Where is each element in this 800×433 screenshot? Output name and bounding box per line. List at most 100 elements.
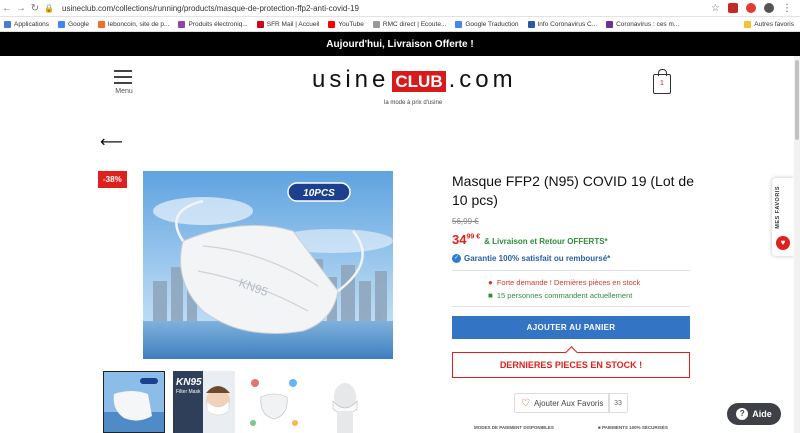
address-bar[interactable]: usineclub.com/collections/running/produc…: [62, 4, 711, 13]
thumbnail-strip: KN95 Filter Mask: [103, 371, 375, 433]
scrollbar-thumb[interactable]: [795, 60, 799, 140]
bookmark-item[interactable]: Google: [58, 20, 90, 28]
bookmark-label: RMC direct | Ecoute...: [382, 20, 447, 28]
demand-alert-text: Forte demande ! Dernières pièces en stoc…: [496, 278, 641, 287]
favorites-side-tab[interactable]: MES FAVORIS ♥: [772, 178, 794, 256]
bookmark-label: YouTube: [338, 20, 364, 28]
bookmark-item[interactable]: Info Coronavirus C...: [527, 20, 598, 28]
help-button[interactable]: ? Aide: [727, 403, 781, 425]
current-price: 3499 €: [452, 232, 480, 247]
bookmark-favicon-icon: [372, 20, 380, 28]
price-cents: 99 €: [466, 233, 481, 241]
bookmark-label: Google Traduction: [465, 20, 519, 28]
bookmark-favicon-icon: [455, 20, 463, 28]
thumbnail-2-title: KN95: [176, 377, 202, 388]
lock-icon: 🔒: [44, 3, 54, 13]
bookmark-item[interactable]: leboncoin, site de p...: [98, 20, 170, 28]
thumbnail-3[interactable]: [243, 371, 305, 433]
back-nav-icon[interactable]: ←: [0, 3, 14, 14]
demand-alert: ● Forte demande ! Dernières pièces en st…: [488, 278, 640, 287]
check-icon: ✓: [452, 254, 461, 263]
product-photo-illustration: KN95 10PCS: [143, 171, 393, 359]
fire-icon: ●: [488, 278, 493, 287]
bookmarks-bar: Applications Google leboncoin, site de p..…: [0, 17, 800, 32]
favorite-count: 33: [608, 393, 628, 413]
add-favorite-label: Ajouter Aux Favoris: [533, 398, 604, 408]
logo-usine: usine: [312, 66, 390, 93]
favorites-tab-label: MES FAVORIS: [775, 186, 781, 229]
heart-icon: ♡: [521, 397, 530, 409]
reload-icon[interactable]: ↻: [28, 3, 42, 14]
bookmark-favicon-icon: [4, 20, 11, 28]
bookmark-label: leboncoin, site de p...: [108, 20, 170, 28]
bookmark-label: Google: [68, 20, 90, 28]
discount-badge: -38%: [98, 171, 127, 188]
bookmark-favicon-icon: [606, 20, 614, 28]
payment-methods-label: MODES DE PAIEMENT DISPONIBLES: [474, 425, 554, 430]
product-image[interactable]: KN95 10PCS: [143, 171, 393, 359]
bookmark-label: Coronavirus : ces m...: [616, 20, 680, 28]
secure-payment-label: ■ PAIEMENTS 100% SÉCURISÉS: [598, 425, 668, 430]
product-title: Masque FFP2 (N95) COVID 19 (Lot de 10 pc…: [452, 173, 694, 208]
site-logo[interactable]: usine CLUB .com: [312, 66, 517, 94]
shopping-cart-icon: ■: [488, 291, 493, 300]
star-icon[interactable]: ☆: [711, 3, 720, 14]
divider-2: [452, 306, 690, 307]
photo-badge-text: 10PCS: [303, 188, 335, 199]
bookmark-favicon-icon: [58, 20, 66, 28]
old-price: 56,99 €: [452, 217, 479, 226]
profile-icon[interactable]: [764, 3, 774, 13]
bookmark-item[interactable]: SFR Mail | Accueil: [256, 20, 320, 28]
menu-label: Menu: [115, 88, 133, 95]
divider: [452, 270, 690, 271]
folder-icon: [744, 20, 752, 28]
guarantee-text: Garantie 100% satisfait ou remboursé*: [464, 254, 611, 263]
more-icon[interactable]: ⋮: [782, 3, 792, 14]
thumbnail-1[interactable]: [103, 371, 165, 433]
thumbnail-3-image: [243, 371, 305, 433]
bookmark-label: Applications: [14, 20, 50, 28]
scrollbar[interactable]: [794, 56, 800, 433]
menu-button[interactable]: Menu: [114, 70, 134, 95]
thumbnail-2-image: KN95 Filter Mask: [173, 371, 235, 433]
bookmark-label: Info Coronavirus C...: [537, 20, 598, 28]
other-bookmarks-folder[interactable]: Autres favoris: [744, 20, 794, 28]
bookmark-item[interactable]: Applications: [4, 20, 50, 28]
bookmark-favicon-icon: [527, 20, 535, 28]
other-bookmarks-label: Autres favoris: [754, 20, 794, 28]
forward-nav-icon[interactable]: →: [14, 3, 28, 14]
bookmark-favicon-icon: [256, 20, 264, 28]
shipping-note: & Livraison et Retour OFFERTS*: [484, 237, 608, 246]
secure-payment-text: PAIEMENTS 100% SÉCURISÉS: [601, 425, 668, 430]
logo-com: .com: [448, 66, 517, 93]
price-row: 3499 € & Livraison et Retour OFFERTS*: [452, 232, 608, 247]
extension-icon[interactable]: [728, 3, 738, 13]
favorites-heart-icon: ♥: [776, 236, 790, 250]
bookmark-label: Produits électroniq...: [188, 20, 248, 28]
question-icon: ?: [736, 408, 749, 420]
thumbnail-4[interactable]: [313, 371, 375, 433]
thumbnail-4-image: [313, 371, 375, 433]
bookmark-item[interactable]: Google Traduction: [455, 20, 519, 28]
bookmark-favicon-icon: [178, 20, 186, 28]
bookmark-favicon-icon: [98, 20, 106, 28]
bookmark-item[interactable]: Coronavirus : ces m...: [606, 20, 680, 28]
add-to-cart-button[interactable]: AJOUTER AU PANIER: [452, 316, 690, 339]
bookmark-item[interactable]: RMC direct | Ecoute...: [372, 20, 447, 28]
bookmark-item[interactable]: YouTube: [328, 20, 364, 28]
add-favorite-button[interactable]: ♡ Ajouter Aux Favoris: [514, 393, 611, 413]
back-arrow-icon[interactable]: ⟵: [100, 132, 123, 152]
extension-icon-2[interactable]: [746, 3, 756, 13]
people-alert-text: 15 personnes commandent actuellement: [496, 291, 633, 300]
thumbnail-1-image: [104, 372, 164, 432]
logo-tagline: la mode à prix d'usine: [384, 100, 443, 106]
guarantee-note: ✓ Garantie 100% satisfait ou remboursé*: [452, 254, 610, 263]
hamburger-icon: [114, 70, 134, 84]
last-stock-banner: DERNIERES PIECES EN STOCK !: [452, 352, 690, 378]
bookmark-label: SFR Mail | Accueil: [266, 20, 320, 28]
thumbnail-2[interactable]: KN95 Filter Mask: [173, 371, 235, 433]
price-euros: 34: [452, 232, 467, 247]
bookmark-item[interactable]: Produits électroniq...: [178, 20, 248, 28]
site-header: Menu usine CLUB .com la mode à prix d'us…: [0, 56, 800, 126]
cart-bag-icon[interactable]: 1: [653, 69, 671, 94]
